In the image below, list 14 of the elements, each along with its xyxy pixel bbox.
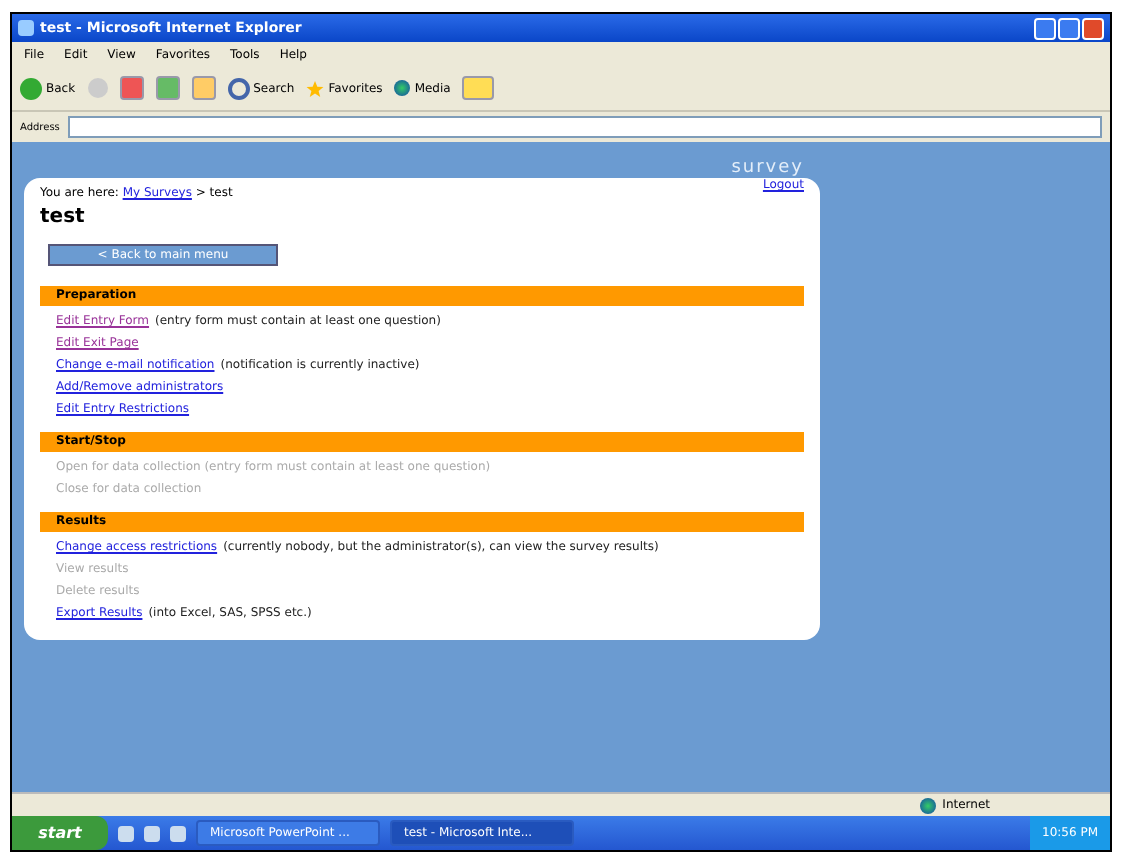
address-field[interactable] (67, 116, 1102, 138)
start-button[interactable]: start (12, 816, 108, 850)
maximize-button[interactable] (1058, 17, 1080, 39)
close-button[interactable] (1082, 17, 1104, 39)
stop-icon[interactable] (119, 76, 144, 100)
home-icon[interactable] (191, 76, 216, 100)
minimize-button[interactable] (1034, 17, 1056, 39)
refresh-icon[interactable] (155, 76, 180, 100)
page-heading: test (40, 206, 87, 228)
survey-logo: survey (731, 158, 804, 178)
folder-icon[interactable] (462, 76, 495, 100)
globe-icon (920, 797, 937, 813)
browser-icon (18, 20, 34, 36)
star-icon (306, 79, 325, 97)
